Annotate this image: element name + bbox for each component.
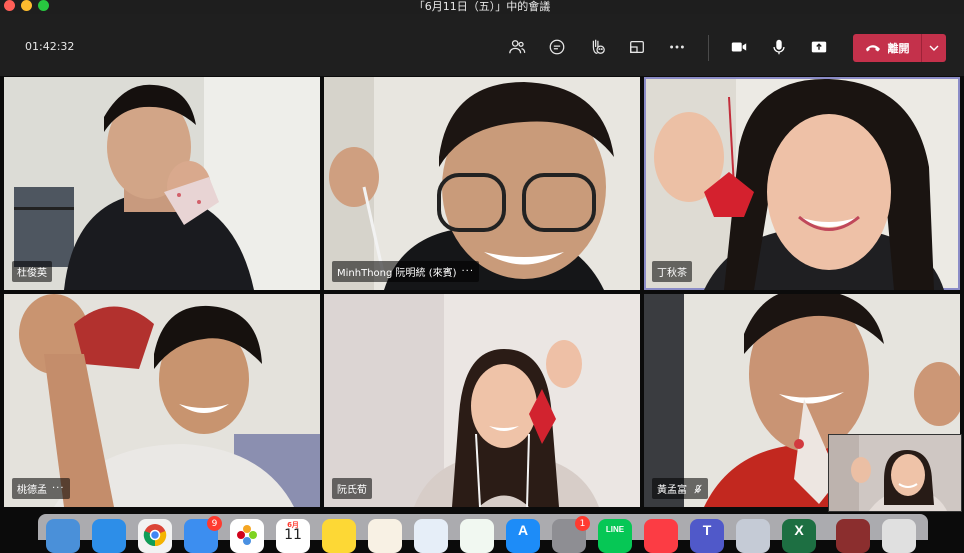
rooms-icon[interactable] xyxy=(626,36,648,58)
participant-video-tile-active[interactable]: 丁秋茶 xyxy=(644,77,960,290)
participant-video-frame xyxy=(324,294,640,507)
participant-video-tile[interactable]: MinhThong 阮明統 (來賓) ··· xyxy=(324,77,640,290)
macos-dock: 9 6月 11 A 1 LINE T X xyxy=(38,514,928,553)
participant-name-label: 杜俊英 xyxy=(12,261,52,282)
meeting-timer: 01:42:32 xyxy=(25,40,75,53)
participant-name-label: MinhThong 阮明統 (來賓) ··· xyxy=(332,261,480,282)
recent-app-icon[interactable] xyxy=(836,519,870,553)
numbers-app-icon[interactable] xyxy=(460,519,494,553)
people-icon[interactable] xyxy=(506,36,528,58)
chrome-app-icon[interactable] xyxy=(138,519,172,553)
trash-icon[interactable] xyxy=(882,519,916,553)
more-options-icon[interactable] xyxy=(666,36,688,58)
participant-video-frame xyxy=(646,78,958,290)
music-app-icon[interactable] xyxy=(644,519,678,553)
window-title: 「6月11日（五）」中的會議 xyxy=(413,0,551,13)
meeting-toolbar: 01:42:32 離開 xyxy=(0,14,964,76)
excel-app-icon[interactable]: X xyxy=(782,519,816,553)
camera-icon[interactable] xyxy=(728,36,750,58)
calendar-app-icon[interactable]: 6月 11 xyxy=(276,519,310,553)
self-view-frame xyxy=(829,435,961,511)
leave-options-button[interactable] xyxy=(922,34,946,62)
leave-label: 離開 xyxy=(887,42,910,55)
settings-badge: 1 xyxy=(575,516,590,531)
pages-app-icon[interactable] xyxy=(368,519,402,553)
participant-video-tile[interactable]: 桃德孟 ··· xyxy=(4,294,320,507)
participant-video-tile[interactable]: 阮氏荀 xyxy=(324,294,640,507)
participant-name-label: 黃孟富 xyxy=(652,478,708,499)
notes-app-icon[interactable] xyxy=(322,519,356,553)
leave-button[interactable]: 離開 xyxy=(853,34,946,62)
calendar-day: 11 xyxy=(284,527,302,543)
chrome-logo-icon xyxy=(143,524,167,547)
line-app-icon[interactable]: LINE xyxy=(598,519,632,553)
participant-name-label: 桃德孟 ··· xyxy=(12,478,70,499)
photos-app-icon[interactable] xyxy=(230,519,264,553)
participant-name-label: 丁秋茶 xyxy=(652,261,692,282)
hangup-phone-icon xyxy=(865,45,880,52)
participant-video-frame xyxy=(4,77,320,290)
safari-app-icon[interactable] xyxy=(92,519,126,553)
participant-video-frame xyxy=(4,294,320,507)
participant-name-label: 阮氏荀 xyxy=(332,478,372,499)
teams-glyph: T xyxy=(702,522,712,538)
finder-app-icon[interactable] xyxy=(46,519,80,553)
reactions-icon[interactable] xyxy=(586,36,608,58)
excel-glyph: X xyxy=(794,522,804,538)
photos-flower-icon xyxy=(237,525,257,545)
app-store-icon[interactable]: A xyxy=(506,519,540,553)
more-options-icon[interactable]: ··· xyxy=(462,266,475,277)
app-store-glyph: A xyxy=(517,522,529,538)
teams-app-icon[interactable]: T xyxy=(690,519,724,553)
microphone-icon[interactable] xyxy=(768,36,790,58)
participant-video-frame xyxy=(324,77,640,290)
line-app-label: LINE xyxy=(605,525,625,534)
chat-icon[interactable] xyxy=(546,36,568,58)
more-options-icon[interactable]: ··· xyxy=(52,483,65,494)
share-screen-icon[interactable] xyxy=(808,36,830,58)
mic-muted-icon xyxy=(694,484,702,493)
toolbar-separator xyxy=(708,35,709,61)
video-grid: 杜俊英 MinhThong 阮明統 (來賓) ··· 丁秋茶 桃德孟 ··· 阮… xyxy=(0,76,964,514)
participant-video-tile[interactable]: 杜俊英 xyxy=(4,77,320,290)
window-titlebar: 「6月11日（五）」中的會議 xyxy=(0,0,964,14)
mail-badge: 9 xyxy=(207,516,222,531)
system-preferences-icon[interactable]: 1 xyxy=(552,516,590,553)
mail-app-icon[interactable]: 9 xyxy=(184,516,222,553)
keynote-app-icon[interactable] xyxy=(414,519,448,553)
self-view-video[interactable] xyxy=(828,434,962,512)
leave-main-button[interactable]: 離開 xyxy=(853,34,921,62)
finder-window-icon[interactable] xyxy=(736,519,770,553)
chevron-down-icon xyxy=(929,45,939,51)
